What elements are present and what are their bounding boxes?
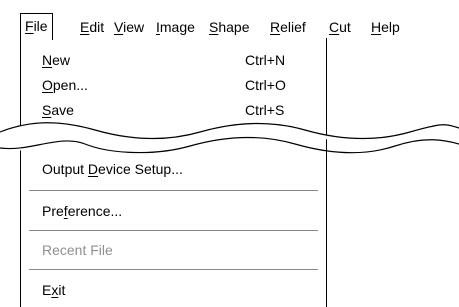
file-menu-dropdown: New Ctrl+N Open... Ctrl+O Save Ctrl+S Sa…: [20, 38, 327, 307]
menu-cut-mnemonic: C: [329, 19, 340, 35]
menu-help-rest: elp: [381, 19, 400, 35]
menu-item-exit[interactable]: Exit: [21, 279, 326, 301]
menu-item-new-shortcut: Ctrl+N: [245, 52, 286, 68]
menu-item-output-device-setup[interactable]: Output Device Setup...: [21, 158, 326, 180]
menu-item-save[interactable]: Save Ctrl+S: [21, 99, 326, 121]
menu-view-mnemonic: V: [114, 19, 124, 35]
menu-item-save-as-label: Save As...: [42, 127, 106, 143]
menu-item-exit-label: Exit: [42, 282, 66, 298]
menu-cut-rest: ut: [339, 19, 351, 35]
menu-view-rest: iew: [123, 19, 145, 35]
menu-edit-mnemonic: E: [80, 19, 90, 35]
menu-item-preference-label: Preference...: [42, 203, 123, 219]
menu-file-rest: ile: [33, 18, 48, 34]
menu-shape-mnemonic: S: [209, 19, 219, 35]
menu-image[interactable]: Image: [156, 17, 195, 37]
menu-edit-rest: dit: [89, 19, 105, 35]
menu-item-preference[interactable]: Preference...: [21, 200, 326, 222]
menu-item-save-as[interactable]: Save As...: [21, 124, 326, 146]
menu-item-new[interactable]: New Ctrl+N: [21, 49, 326, 71]
menu-item-new-label: New: [42, 52, 71, 68]
menu-view[interactable]: View: [114, 17, 144, 37]
menu-file[interactable]: File: [20, 13, 53, 40]
menu-shape-rest: hape: [218, 19, 250, 35]
menu-file-mnemonic: F: [25, 18, 34, 34]
menu-shape[interactable]: Shape: [209, 17, 250, 37]
menu-separator: [29, 230, 318, 232]
menu-item-recent-file: Recent File: [21, 239, 326, 261]
menu-separator: [29, 269, 318, 271]
menu-bar: File Edit View Image Shape Relief Cut He…: [0, 0, 459, 42]
menu-item-open-label: Open...: [42, 77, 88, 93]
menu-item-open-shortcut: Ctrl+O: [245, 77, 286, 93]
menu-separator: [29, 190, 318, 192]
menu-item-open[interactable]: Open... Ctrl+O: [21, 74, 326, 96]
menu-help[interactable]: Help: [371, 17, 400, 37]
menu-item-save-label: Save: [42, 102, 74, 118]
menu-item-output-device-setup-label: Output Device Setup...: [42, 161, 183, 177]
menu-item-recent-file-label: Recent File: [42, 242, 113, 258]
menu-relief-rest: elief: [280, 19, 306, 35]
menu-relief[interactable]: Relief: [270, 17, 306, 37]
menu-edit[interactable]: Edit: [80, 17, 104, 37]
menu-item-save-shortcut: Ctrl+S: [245, 102, 285, 118]
menu-help-mnemonic: H: [371, 19, 382, 35]
menu-image-rest: mage: [159, 19, 195, 35]
menu-relief-mnemonic: R: [270, 19, 281, 35]
menu-cut[interactable]: Cut: [329, 17, 351, 37]
